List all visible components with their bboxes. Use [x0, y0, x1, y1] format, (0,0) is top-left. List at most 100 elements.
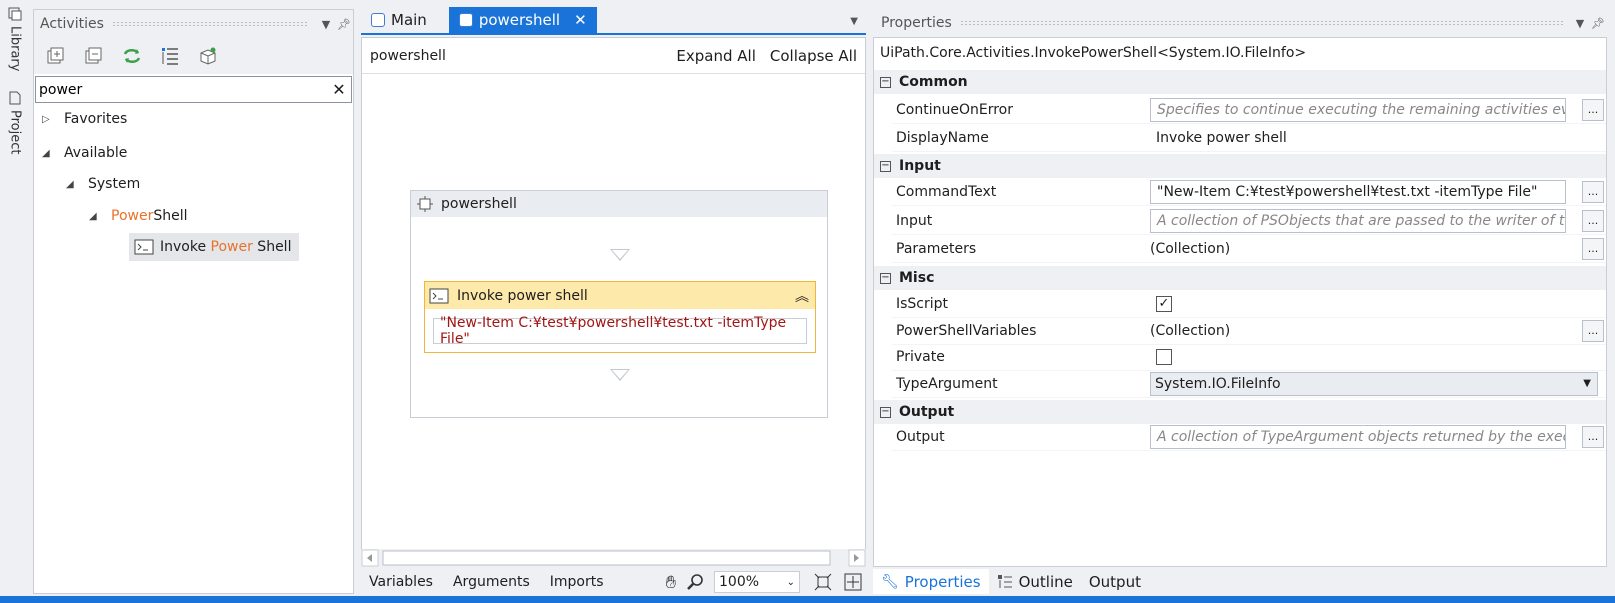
collapse-category-icon[interactable]: −: [880, 272, 891, 284]
collapse-arrow-icon[interactable]: ◢: [66, 179, 80, 190]
collapse-category-icon[interactable]: −: [880, 406, 891, 418]
ellipsis-button[interactable]: ...: [1582, 180, 1604, 203]
activity-search: ✕: [35, 76, 352, 103]
project-tab-label: Project: [7, 110, 23, 155]
category-label: Common: [899, 74, 968, 90]
zoom-magnifier-icon[interactable]: [686, 573, 704, 591]
collapse-arrow-icon[interactable]: ◢: [42, 148, 56, 159]
collapse-all-link[interactable]: Collapse All: [770, 47, 857, 65]
property-name: PowerShellVariables: [896, 322, 1037, 339]
command-text-input[interactable]: "New-Item C:¥test¥powershell¥test.txt -i…: [1150, 179, 1566, 204]
sequence-title: powershell: [441, 196, 517, 212]
drop-arrow-icon[interactable]: [610, 249, 630, 261]
drag-grip[interactable]: [959, 20, 1563, 26]
side-dock: Library Project: [0, 0, 30, 603]
property-name: ContinueOnError: [896, 101, 1013, 118]
collapse-category-icon[interactable]: −: [880, 76, 891, 88]
output-input[interactable]: A collection of TypeArgument objects ret…: [1150, 424, 1566, 449]
collapse-all-icon[interactable]: [82, 44, 106, 68]
variables-tab[interactable]: Variables: [369, 574, 433, 590]
property-name: Private: [896, 348, 945, 365]
expand-all-icon[interactable]: [44, 44, 68, 68]
search-input[interactable]: [39, 81, 327, 98]
expand-arrow-icon[interactable]: ▷: [42, 114, 56, 125]
chevron-down-icon: ▼: [1583, 378, 1591, 389]
arguments-tab[interactable]: Arguments: [453, 574, 530, 590]
library-tab[interactable]: Library: [2, 6, 28, 71]
command-text-field[interactable]: "New-Item C:¥test¥powershell¥test.txt -i…: [433, 315, 807, 347]
collapse-category-icon[interactable]: −: [880, 160, 891, 172]
activity-header: Invoke power shell ︽: [425, 282, 815, 309]
ellipsis-button[interactable]: ...: [1582, 209, 1604, 232]
property-name: Parameters: [896, 240, 977, 257]
tree-item-invoke-power-shell[interactable]: Invoke Power Shell: [129, 233, 299, 261]
tab-outline[interactable]: Outline: [989, 569, 1081, 594]
type-argument-select[interactable]: System.IO.FileInfo ▼: [1150, 371, 1598, 396]
ellipsis-button[interactable]: ...: [1582, 237, 1604, 260]
imports-tab[interactable]: Imports: [550, 574, 604, 590]
ellipsis-button[interactable]: ...: [1582, 98, 1604, 121]
category-output[interactable]: − Output: [874, 400, 1606, 424]
ellipsis-button[interactable]: ...: [1582, 319, 1604, 342]
tab-output[interactable]: Output: [1081, 569, 1149, 594]
collapse-activity-icon[interactable]: ︽: [795, 286, 809, 306]
activities-title: Activities: [40, 16, 104, 32]
tab-label: Output: [1088, 572, 1141, 591]
property-input: Input A collection of PSObjects that are…: [892, 207, 1606, 235]
overview-icon[interactable]: [844, 573, 862, 591]
designer-panel: Main powershell ✕ ▼ powershell Expand Al…: [361, 7, 866, 594]
sequence-container[interactable]: powershell Invoke power shell ︽ "New-Ite…: [410, 190, 828, 418]
canvas-header: powershell Expand All Collapse All: [362, 38, 865, 74]
tab-main[interactable]: Main: [361, 7, 437, 33]
tab-properties[interactable]: 🔧︎ Properties: [873, 569, 989, 594]
zoom-value: 100%: [719, 574, 760, 590]
display-name-value[interactable]: Invoke power shell: [1150, 130, 1287, 146]
continue-on-error-input[interactable]: Specifies to continue executing the rema…: [1150, 97, 1566, 122]
project-tab[interactable]: Project: [2, 90, 28, 154]
status-bar: [0, 596, 1615, 603]
ellipsis-button[interactable]: ...: [1582, 425, 1604, 448]
tree-item-system[interactable]: ◢ System: [66, 171, 140, 197]
tree-item-favorites[interactable]: ▷ Favorites: [42, 106, 127, 132]
dropdown-icon[interactable]: ▼: [1571, 17, 1589, 30]
invoke-power-shell-activity[interactable]: Invoke power shell ︽ "New-Item C:¥test¥p…: [424, 281, 816, 353]
property-powershell-variables: PowerShellVariables (Collection) ...: [892, 317, 1606, 345]
refresh-icon[interactable]: [120, 44, 144, 68]
properties-header: Properties ▼ 📌︎: [873, 9, 1607, 37]
drop-arrow-icon[interactable]: [610, 369, 630, 381]
tab-label: Main: [391, 11, 427, 29]
tab-list-dropdown-icon[interactable]: ▼: [850, 16, 858, 27]
category-label: Input: [899, 158, 941, 174]
tree-item-label: System: [88, 176, 141, 192]
input-input[interactable]: A collection of PSObjects that are passe…: [1150, 208, 1566, 233]
expand-all-link[interactable]: Expand All: [676, 47, 755, 65]
tab-powershell[interactable]: powershell ✕: [448, 7, 597, 33]
package-icon[interactable]: [196, 44, 220, 68]
dropdown-icon[interactable]: ▼: [317, 18, 335, 31]
category-input[interactable]: − Input: [874, 154, 1606, 178]
close-tab-icon[interactable]: ✕: [574, 11, 587, 29]
tree-item-label: Available: [64, 145, 128, 161]
is-script-checkbox[interactable]: ✓: [1156, 295, 1172, 312]
parameters-value: (Collection): [1150, 240, 1231, 257]
properties-title: Properties: [881, 15, 952, 31]
clear-search-icon[interactable]: ✕: [327, 80, 351, 99]
zoom-select[interactable]: 100% ⌄: [714, 571, 800, 593]
category-misc[interactable]: − Misc: [874, 266, 1606, 290]
pin-icon[interactable]: 📌︎: [1589, 17, 1607, 30]
breadcrumb[interactable]: powershell: [370, 48, 446, 64]
tree-item-powershell[interactable]: ◢ PowerShell: [89, 203, 187, 229]
private-checkbox[interactable]: [1156, 348, 1172, 365]
fit-to-screen-icon[interactable]: [814, 573, 832, 591]
filter-list-icon[interactable]: [158, 44, 182, 68]
drag-grip[interactable]: [111, 21, 309, 27]
properties-panel: Properties ▼ 📌︎ UiPath.Core.Activities.I…: [873, 9, 1607, 594]
pin-icon[interactable]: 📌︎: [335, 18, 353, 31]
tree-item-available[interactable]: ◢ Available: [42, 140, 127, 166]
type-argument-value: System.IO.FileInfo: [1155, 375, 1281, 392]
collapse-arrow-icon[interactable]: ◢: [89, 211, 103, 222]
horizontal-scrollbar[interactable]: [361, 549, 866, 567]
category-common[interactable]: − Common: [874, 70, 1606, 94]
hand-pan-icon[interactable]: ✋︎: [666, 572, 676, 593]
wrench-icon: 🔧︎: [881, 573, 899, 590]
